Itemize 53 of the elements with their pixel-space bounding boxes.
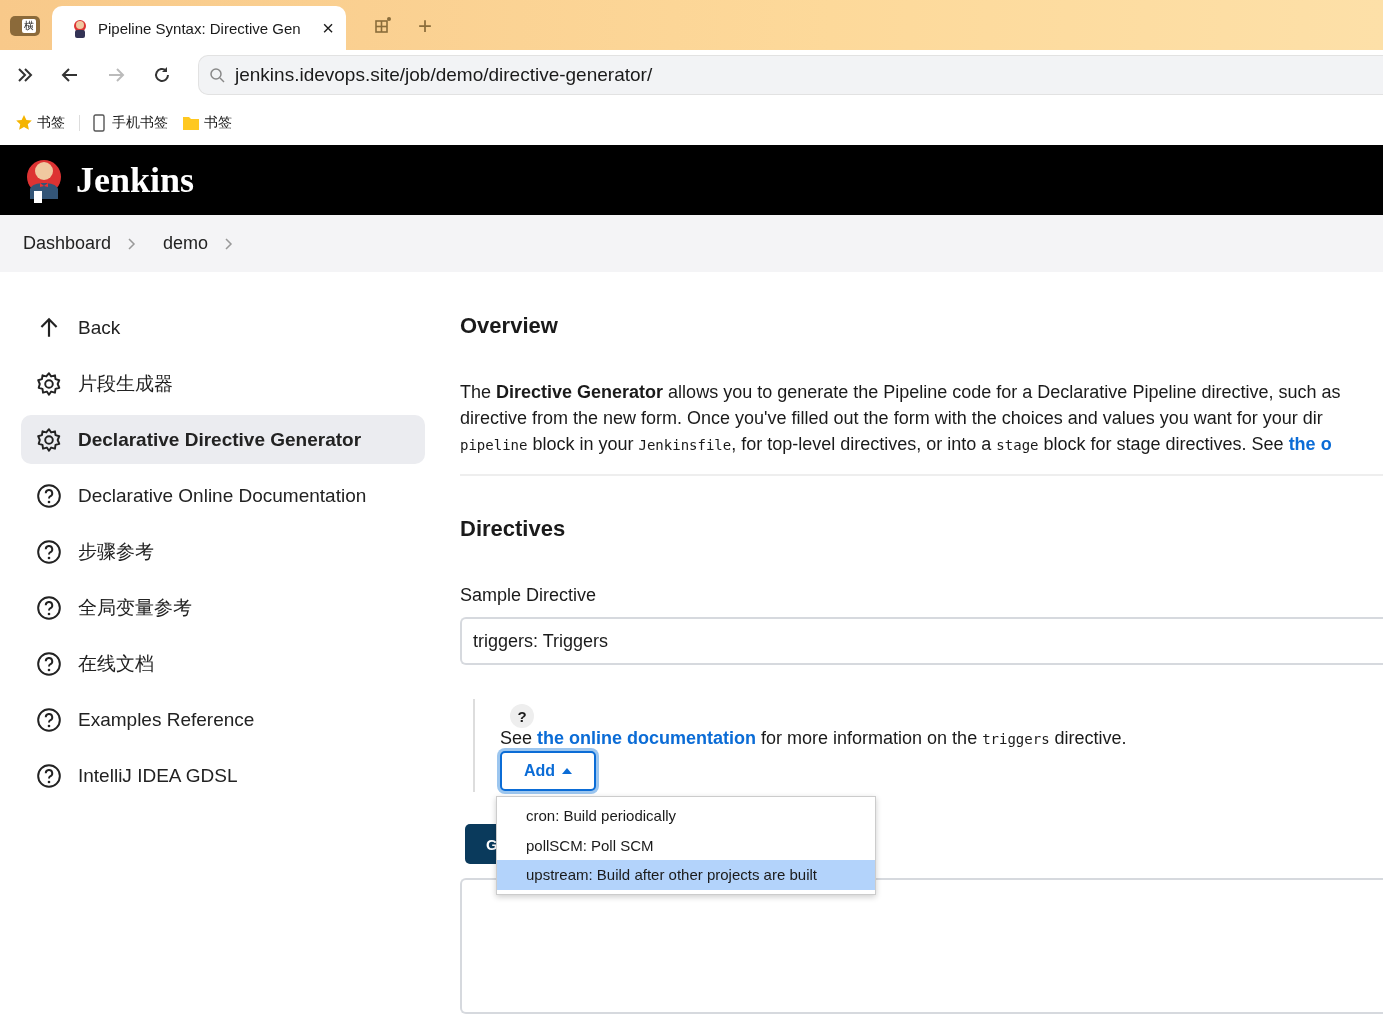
sidebar-item[interactable]: 全局变量参考 xyxy=(21,583,425,632)
sidebar-item[interactable]: 片段生成器 xyxy=(21,359,425,408)
menu-item[interactable]: cron: Build periodically xyxy=(497,801,875,831)
extension-icon[interactable] xyxy=(374,16,392,34)
phone-icon xyxy=(90,113,108,132)
help-icon xyxy=(36,594,62,621)
menu-item[interactable]: pollSCM: Poll SCM xyxy=(497,830,875,860)
sidebar-item[interactable]: 步骤参考 xyxy=(21,527,425,576)
help-icon xyxy=(36,762,62,789)
double-chevron-icon[interactable] xyxy=(16,66,34,84)
close-tab-button[interactable]: × xyxy=(322,16,334,40)
bookmark[interactable]: 书签 xyxy=(182,113,236,132)
chevron-icon[interactable] xyxy=(127,236,138,251)
directive-select[interactable]: triggers: Triggers xyxy=(460,617,1383,665)
bookmark[interactable]: 书签 xyxy=(15,113,69,132)
paragraph-line: The Directive Generator allows you to generate the Pipeline code for a Declarative Pipeline directive, such as xyxy=(460,381,1341,404)
sidebar-item[interactable]: Examples Reference xyxy=(21,695,425,744)
gear-icon xyxy=(36,370,62,397)
breadcrumb-link[interactable]: demo xyxy=(163,233,209,254)
help-icon xyxy=(36,538,62,565)
breadcrumb-link[interactable]: Dashboard xyxy=(23,233,112,254)
vertical-tabs-button[interactable]: 横 xyxy=(10,16,40,36)
section-heading: Overview xyxy=(460,313,559,339)
help-icon xyxy=(36,706,62,733)
field-label: Sample Directive xyxy=(460,585,598,606)
star-icon xyxy=(15,113,33,132)
paragraph-line: directive from the new form. Once you've filled out the form with the choices and values you want for your dir xyxy=(460,407,1323,430)
menu-item[interactable]: upstream: Build after other projects are built xyxy=(497,860,875,890)
help-icon xyxy=(36,650,62,677)
bookmark[interactable]: 手机书签 xyxy=(90,113,172,132)
sidebar-item[interactable]: Declarative Directive Generator xyxy=(21,415,425,464)
help-button[interactable]: ? xyxy=(510,704,534,728)
sidebar-item[interactable]: 在线文档 xyxy=(21,639,425,688)
caret-icon xyxy=(562,768,573,774)
add-button[interactable]: Add xyxy=(500,751,597,791)
jenkins-title[interactable]: Jenkins xyxy=(76,159,195,201)
help-text: See the online documentation for more information on the triggers directive. xyxy=(500,728,1128,749)
chevron-icon[interactable] xyxy=(224,236,235,251)
browser-tab[interactable]: Pipeline Syntax: Directive Gen × xyxy=(52,6,346,50)
address-bar[interactable]: jenkins.idevops.site/job/demo/directive-generator/ xyxy=(198,55,1383,95)
section-heading: Directives xyxy=(460,516,567,542)
documentation-link[interactable]: the online documentation xyxy=(537,728,757,748)
sidebar-item[interactable]: IntelliJ IDEA GDSL xyxy=(21,751,425,800)
reload-icon[interactable] xyxy=(152,65,172,85)
sidebar-item[interactable]: Declarative Online Documentation xyxy=(21,471,425,520)
new-tab-button[interactable]: + xyxy=(418,12,432,40)
search-icon xyxy=(209,67,225,83)
sidebar-item[interactable]: Back xyxy=(21,303,425,352)
documentation-link[interactable]: the o xyxy=(1288,434,1332,454)
tab-title: Pipeline Syntax: Directive Gen xyxy=(98,19,302,37)
paragraph-line: pipeline block in your Jenkinsfile, for top-level directives, or into a stage block for stage directives. See the o xyxy=(460,433,1332,456)
help-icon xyxy=(36,482,62,509)
gear-icon xyxy=(36,426,62,453)
